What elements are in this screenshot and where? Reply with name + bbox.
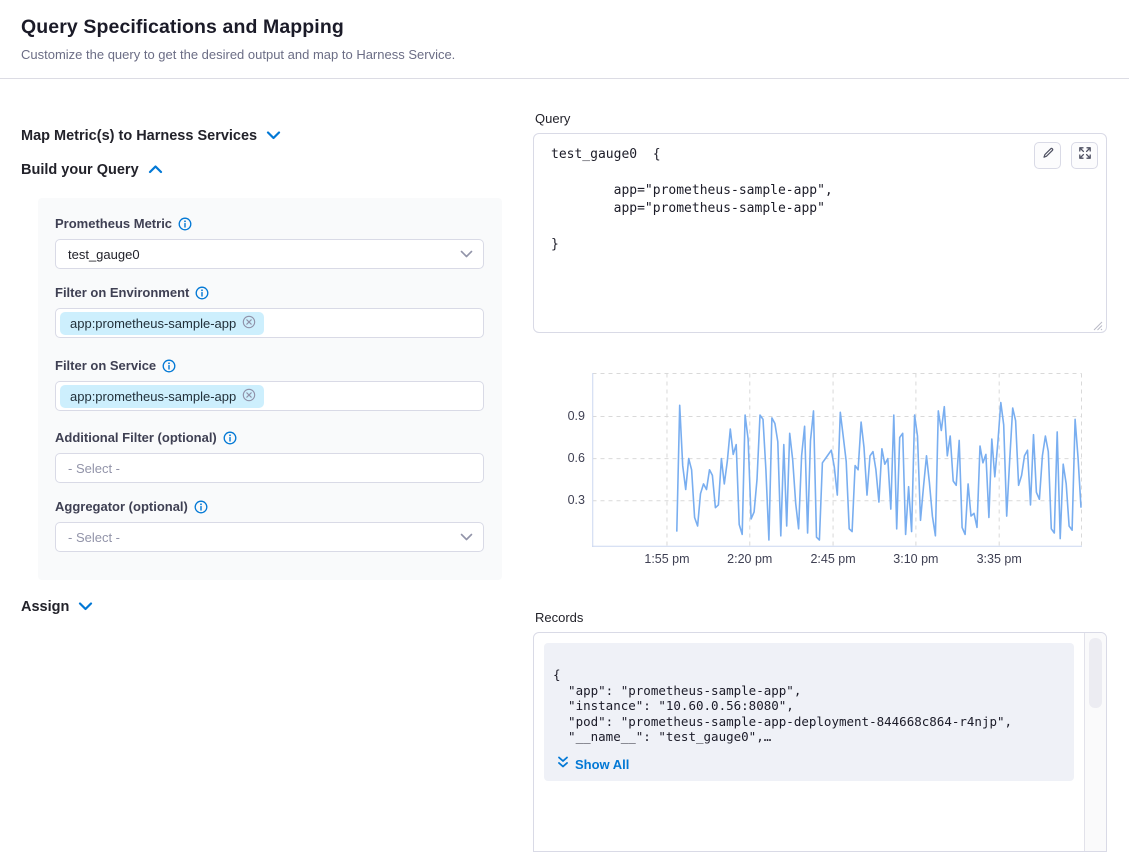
y-tick-label: 0.6 <box>533 451 585 465</box>
additional-filter-placeholder: - Select - <box>68 461 120 476</box>
records-scrollbar[interactable] <box>1084 633 1106 851</box>
additional-filter-label-row: Additional Filter (optional) <box>55 430 484 445</box>
x-tick-label: 2:45 pm <box>791 552 875 566</box>
prometheus-metric-label-row: Prometheus Metric <box>55 216 484 231</box>
info-icon[interactable] <box>194 500 208 514</box>
edit-query-button[interactable] <box>1034 142 1061 169</box>
remove-tag-icon[interactable] <box>242 315 256 332</box>
x-tick-label: 3:35 pm <box>957 552 1041 566</box>
info-icon[interactable] <box>162 359 176 373</box>
query-section-label: Query <box>535 111 570 126</box>
records-section-label: Records <box>535 610 583 625</box>
section-build-query[interactable]: Build your Query <box>21 161 163 179</box>
record-card: { "app": "prometheus-sample-app", "insta… <box>544 643 1074 781</box>
prometheus-metric-select[interactable]: test_gauge0 <box>55 239 484 269</box>
aggregator-placeholder: - Select - <box>68 530 120 545</box>
chevron-up-icon <box>148 161 163 179</box>
field-additional-filter: Additional Filter (optional) - Select - <box>55 430 484 483</box>
section-build-query-label: Build your Query <box>21 162 139 178</box>
chevron-down-icon <box>460 528 473 546</box>
remove-tag-icon[interactable] <box>242 388 256 405</box>
filter-service-tag-label: app:prometheus-sample-app <box>70 389 236 404</box>
aggregator-select[interactable]: - Select - <box>55 522 484 552</box>
aggregator-label: Aggregator (optional) <box>55 499 188 514</box>
record-json: { "app": "prometheus-sample-app", "insta… <box>544 643 1074 745</box>
y-tick-label: 0.9 <box>533 409 585 423</box>
additional-filter-label: Additional Filter (optional) <box>55 430 217 445</box>
chevron-down-icon <box>266 127 281 145</box>
expand-query-button[interactable] <box>1071 142 1098 169</box>
query-specifications-page: Query Specifications and Mapping Customi… <box>0 0 1129 806</box>
info-icon[interactable] <box>195 286 209 300</box>
double-chevron-down-icon <box>557 756 569 772</box>
info-icon[interactable] <box>223 431 237 445</box>
y-tick-label: 0.3 <box>533 493 585 507</box>
scrollbar-thumb[interactable] <box>1089 638 1102 708</box>
show-all-link[interactable]: Show All <box>557 756 629 772</box>
chart-plot-area <box>592 373 1082 547</box>
filter-service-label-row: Filter on Service <box>55 358 484 373</box>
field-filter-service: Filter on Service app:prometheus-sample-… <box>55 358 484 411</box>
chevron-down-icon <box>78 598 93 616</box>
show-all-label: Show All <box>575 757 629 772</box>
additional-filter-input[interactable]: - Select - <box>55 453 484 483</box>
field-filter-environment: Filter on Environment app:prometheus-sam… <box>55 285 484 338</box>
field-aggregator: Aggregator (optional) - Select - <box>55 499 484 552</box>
x-tick-label: 1:55 pm <box>625 552 709 566</box>
records-panel: { "app": "prometheus-sample-app", "insta… <box>533 632 1107 852</box>
resize-handle[interactable] <box>1092 318 1103 329</box>
page-title: Query Specifications and Mapping <box>21 16 344 39</box>
pencil-icon <box>1041 146 1055 165</box>
filter-environment-label: Filter on Environment <box>55 285 189 300</box>
query-editor[interactable]: test_gauge0 { app="prometheus-sample-app… <box>533 133 1107 333</box>
filter-environment-tag-label: app:prometheus-sample-app <box>70 316 236 331</box>
x-tick-label: 2:20 pm <box>708 552 792 566</box>
section-map-metrics[interactable]: Map Metric(s) to Harness Services <box>21 127 281 145</box>
section-assign[interactable]: Assign <box>21 598 93 616</box>
page-subtitle: Customize the query to get the desired o… <box>21 47 455 62</box>
prometheus-metric-label: Prometheus Metric <box>55 216 172 231</box>
filter-environment-input[interactable]: app:prometheus-sample-app <box>55 308 484 338</box>
section-assign-label: Assign <box>21 599 69 615</box>
section-map-metrics-label: Map Metric(s) to Harness Services <box>21 128 257 144</box>
filter-service-input[interactable]: app:prometheus-sample-app <box>55 381 484 411</box>
fullscreen-icon <box>1078 146 1092 165</box>
header-divider <box>0 78 1129 79</box>
prometheus-metric-value: test_gauge0 <box>68 247 140 262</box>
filter-service-tag: app:prometheus-sample-app <box>60 385 264 408</box>
chevron-down-icon <box>460 245 473 263</box>
x-tick-label: 3:10 pm <box>874 552 958 566</box>
info-icon[interactable] <box>178 217 192 231</box>
filter-service-label: Filter on Service <box>55 358 156 373</box>
filter-environment-tag: app:prometheus-sample-app <box>60 312 264 335</box>
metric-timeseries-chart: 0.3 0.6 0.9 1:55 pm2:20 pm2:45 pm3:10 pm3:… <box>533 365 1107 577</box>
build-query-form-panel: Prometheus Metric test_gauge0 Filter on … <box>38 198 502 580</box>
aggregator-label-row: Aggregator (optional) <box>55 499 484 514</box>
field-prometheus-metric: Prometheus Metric test_gauge0 <box>55 216 484 269</box>
query-text[interactable]: test_gauge0 { app="prometheus-sample-app… <box>534 134 1106 266</box>
filter-environment-label-row: Filter on Environment <box>55 285 484 300</box>
